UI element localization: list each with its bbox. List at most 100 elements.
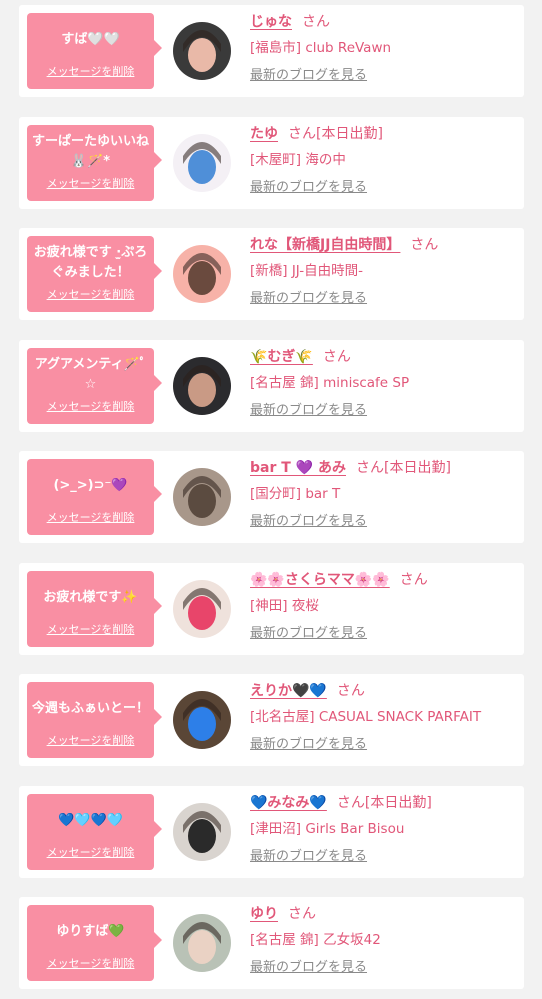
shop-label: [北名古屋] CASUAL SNACK PARFAIT bbox=[250, 709, 482, 725]
cast-name-link[interactable]: 🌾むぎ🌾 bbox=[250, 349, 313, 365]
message-card: お疲れ様です✨ メッセージを削除 🌸🌸さくらママ🌸🌸 さん [神田] 夜桜 最新の… bbox=[19, 563, 524, 655]
honorific: さん bbox=[336, 795, 365, 811]
cast-name-link[interactable]: 💙みなみ💙 bbox=[250, 795, 327, 811]
avatar[interactable] bbox=[173, 691, 231, 749]
delete-message-link[interactable]: メッセージを削除 bbox=[47, 510, 135, 526]
shop-label: [津田沼] Girls Bar Bisou bbox=[250, 821, 405, 837]
avatar-photo bbox=[173, 580, 231, 638]
message-text: すば🤍🤍 bbox=[61, 32, 120, 47]
shop-label: [福島市] club ReVawn bbox=[250, 40, 392, 56]
cast-name-link[interactable]: えりか🖤💙 bbox=[250, 683, 327, 699]
latest-blog-link[interactable]: 最新のブログを見る bbox=[250, 513, 367, 531]
avatar[interactable] bbox=[173, 914, 231, 972]
delete-message-link[interactable]: メッセージを削除 bbox=[47, 622, 135, 638]
avatar[interactable] bbox=[173, 468, 231, 526]
latest-blog-link[interactable]: 最新のブログを見る bbox=[250, 179, 367, 197]
cast-name-link[interactable]: bar T 💜 あみ bbox=[250, 460, 346, 476]
message-bubble: 今週もふぁいとー！ メッセージを削除 bbox=[27, 682, 162, 758]
honorific: さん bbox=[302, 14, 330, 30]
message-bubble: お疲れ様です‪‪ ·̫ぷろぐみました！ メッセージを削除 bbox=[27, 236, 162, 312]
name-row: 🌾むぎ🌾 さん bbox=[250, 346, 524, 368]
latest-blog-link[interactable]: 最新のブログを見る bbox=[250, 290, 367, 308]
latest-blog-link[interactable]: 最新のブログを見る bbox=[250, 736, 367, 754]
cast-name-link[interactable]: れな【新橋JJ自由時間】 bbox=[250, 237, 400, 253]
message-text: ゆりすば💚 bbox=[56, 924, 125, 939]
latest-blog-link[interactable]: 最新のブログを見る bbox=[250, 67, 367, 85]
message-text: すーぱーたゆいいね🐰🪄* bbox=[31, 134, 149, 169]
cast-info: bar T 💜 あみ さん[本日出勤] [国分町] bar T 最新のブログを見る bbox=[250, 457, 524, 531]
honorific: さん bbox=[288, 126, 316, 142]
shop-label: [新橋] JJ-自由時間- bbox=[250, 263, 364, 279]
attendance-tag: [本日出勤] bbox=[364, 795, 432, 811]
name-row: えりか🖤💙 さん bbox=[250, 680, 524, 702]
cast-name-link[interactable]: ゆり bbox=[250, 906, 278, 922]
avatar[interactable] bbox=[173, 245, 231, 303]
cast-name-link[interactable]: たゆ bbox=[250, 126, 278, 142]
avatar-photo bbox=[173, 691, 231, 749]
cast-info: 🌾むぎ🌾 さん [名古屋 錦] miniscafe SP 最新のブログを見る bbox=[250, 346, 524, 420]
message-text: 💙🩵💙🩵 bbox=[58, 813, 123, 828]
message-card-list: すば🤍🤍 メッセージを削除 じゅな さん [福島市] club ReVawn 最新… bbox=[0, 0, 542, 999]
shop-label: [神田] 夜桜 bbox=[250, 598, 319, 614]
honorific: さん bbox=[410, 237, 439, 253]
delete-message-link[interactable]: メッセージを削除 bbox=[47, 287, 135, 303]
shop-label: [名古屋 錦] 乙女坂42 bbox=[250, 932, 381, 948]
honorific: さん bbox=[355, 460, 384, 476]
avatar[interactable] bbox=[173, 22, 231, 80]
delete-message-link[interactable]: メッセージを削除 bbox=[47, 64, 135, 80]
message-card: 今週もふぁいとー！ メッセージを削除 えりか🖤💙 さん [北名古屋] CASUAL… bbox=[19, 674, 524, 766]
avatar[interactable] bbox=[173, 580, 231, 638]
message-text: お疲れ様です✨ bbox=[43, 590, 138, 605]
message-card: すば🤍🤍 メッセージを削除 じゅな さん [福島市] club ReVawn 最新… bbox=[19, 5, 524, 97]
delete-message-link[interactable]: メッセージを削除 bbox=[47, 733, 135, 749]
honorific: さん bbox=[288, 906, 316, 922]
honorific: さん bbox=[336, 683, 365, 699]
message-bubble: すーぱーたゆいいね🐰🪄* メッセージを削除 bbox=[27, 125, 162, 201]
honorific: さん bbox=[322, 349, 351, 365]
name-row: 💙みなみ💙 さん[本日出勤] bbox=[250, 792, 524, 814]
cast-info: えりか🖤💙 さん [北名古屋] CASUAL SNACK PARFAIT 最新のブ… bbox=[250, 680, 524, 754]
avatar[interactable] bbox=[173, 357, 231, 415]
latest-blog-link[interactable]: 最新のブログを見る bbox=[250, 848, 367, 866]
message-card: アグアメンティ🪄ﾟ☆ メッセージを削除 🌾むぎ🌾 さん [名古屋 錦] minis… bbox=[19, 340, 524, 432]
name-row: たゆ さん[本日出勤] bbox=[250, 123, 524, 145]
cast-name-link[interactable]: 🌸🌸さくらママ🌸🌸 bbox=[250, 572, 390, 588]
latest-blog-link[interactable]: 最新のブログを見る bbox=[250, 625, 367, 643]
cast-info: れな【新橋JJ自由時間】 さん [新橋] JJ-自由時間- 最新のブログを見る bbox=[250, 234, 524, 308]
avatar[interactable] bbox=[173, 803, 231, 861]
attendance-tag: [本日出勤] bbox=[316, 126, 383, 142]
cast-name-link[interactable]: じゅな bbox=[250, 14, 292, 30]
name-row: ゆり さん bbox=[250, 903, 524, 925]
avatar-photo bbox=[173, 22, 231, 80]
cast-info: たゆ さん[本日出勤] [木屋町] 海の中 最新のブログを見る bbox=[250, 123, 524, 197]
cast-info: 🌸🌸さくらママ🌸🌸 さん [神田] 夜桜 最新のブログを見る bbox=[250, 569, 524, 643]
message-text: 今週もふぁいとー！ bbox=[31, 701, 149, 716]
message-card: お疲れ様です‪‪ ·̫ぷろぐみました！ メッセージを削除 れな【新橋JJ自由時間… bbox=[19, 228, 524, 320]
message-card: ゆりすば💚 メッセージを削除 ゆり さん [名古屋 錦] 乙女坂42 最新のブログ… bbox=[19, 897, 524, 989]
message-bubble: すば🤍🤍 メッセージを削除 bbox=[27, 13, 162, 89]
message-bubble: ゆりすば💚 メッセージを削除 bbox=[27, 905, 162, 981]
delete-message-link[interactable]: メッセージを削除 bbox=[47, 956, 135, 972]
message-card: 💙🩵💙🩵 メッセージを削除 💙みなみ💙 さん[本日出勤] [津田沼] Girls … bbox=[19, 786, 524, 878]
avatar[interactable] bbox=[173, 134, 231, 192]
delete-message-link[interactable]: メッセージを削除 bbox=[47, 845, 135, 861]
latest-blog-link[interactable]: 最新のブログを見る bbox=[250, 959, 367, 977]
message-bubble: (>_>)⊃⁻💜 メッセージを削除 bbox=[27, 459, 162, 535]
shop-label: [国分町] bar T bbox=[250, 486, 341, 502]
message-text: アグアメンティ🪄ﾟ☆ bbox=[34, 357, 147, 392]
message-card: (>_>)⊃⁻💜 メッセージを削除 bar T 💜 あみ さん[本日出勤] [国分… bbox=[19, 451, 524, 543]
avatar-photo bbox=[173, 357, 231, 415]
delete-message-link[interactable]: メッセージを削除 bbox=[47, 399, 135, 415]
message-bubble: お疲れ様です✨ メッセージを削除 bbox=[27, 571, 162, 647]
message-bubble: 💙🩵💙🩵 メッセージを削除 bbox=[27, 794, 162, 870]
latest-blog-link[interactable]: 最新のブログを見る bbox=[250, 402, 367, 420]
message-card: すーぱーたゆいいね🐰🪄* メッセージを削除 たゆ さん[本日出勤] [木屋町] 海… bbox=[19, 117, 524, 209]
attendance-tag: [本日出勤] bbox=[383, 460, 451, 476]
shop-label: [木屋町] 海の中 bbox=[250, 152, 346, 168]
cast-info: ゆり さん [名古屋 錦] 乙女坂42 最新のブログを見る bbox=[250, 903, 524, 977]
honorific: さん bbox=[399, 572, 428, 588]
message-text: (>_>)⊃⁻💜 bbox=[53, 478, 128, 493]
cast-info: じゅな さん [福島市] club ReVawn 最新のブログを見る bbox=[250, 11, 524, 85]
delete-message-link[interactable]: メッセージを削除 bbox=[47, 176, 135, 192]
message-text: お疲れ様です‪‪ ·̫ぷろぐみました！ bbox=[33, 245, 148, 280]
